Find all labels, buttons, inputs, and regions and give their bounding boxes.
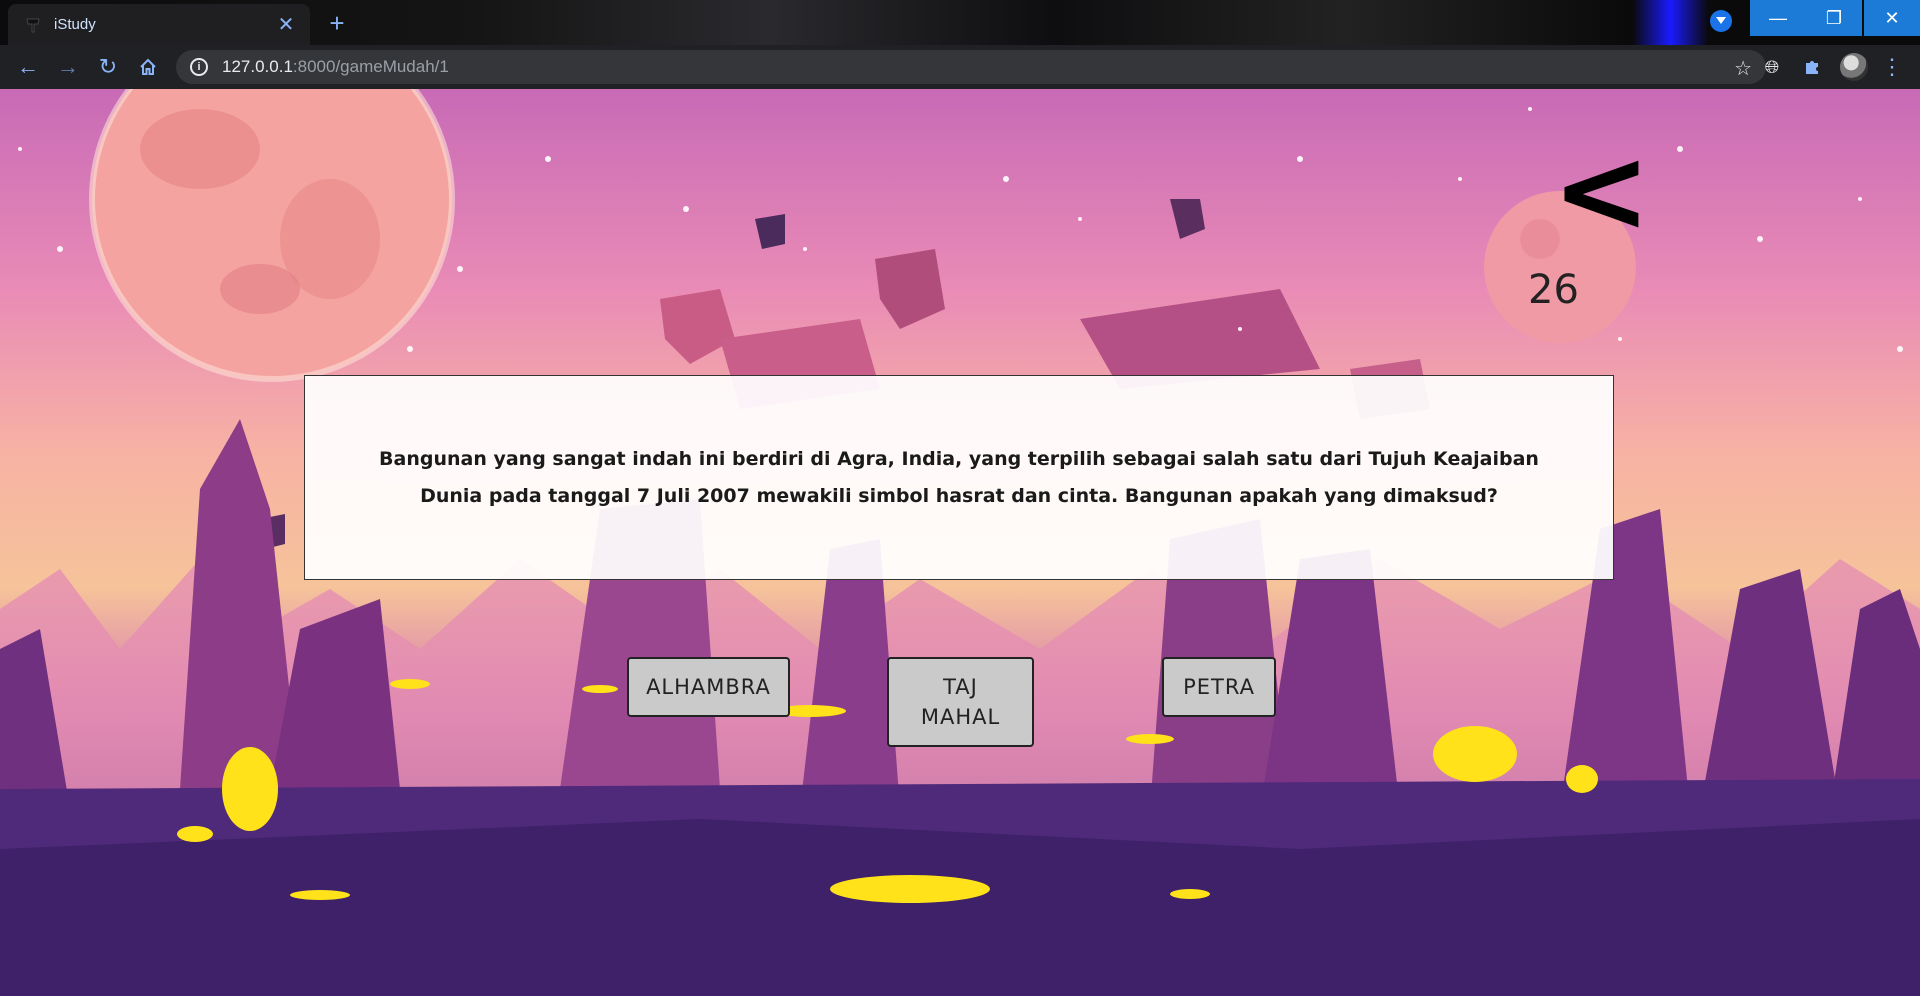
- menu-kebab-icon[interactable]: ⋮: [1880, 54, 1904, 79]
- favicon-icon: [24, 16, 42, 34]
- plus-icon[interactable]: +: [322, 8, 352, 38]
- browser-toolbar: ← → ↻ i 127.0.0.1:8000/gameMudah/1 ☆ 🌐︎ …: [0, 45, 1920, 89]
- answer-button-alhambra[interactable]: ALHAMBRA: [627, 657, 790, 717]
- back-icon[interactable]: ←: [8, 49, 48, 85]
- home-icon[interactable]: [128, 49, 168, 85]
- answer-button-petra[interactable]: PETRA: [1162, 657, 1276, 717]
- reload-icon[interactable]: ↻: [88, 49, 128, 85]
- question-text: Bangunan yang sangat indah ini berdiri d…: [379, 447, 1539, 507]
- minimize-icon[interactable]: —: [1750, 0, 1806, 36]
- globe-icon[interactable]: 🌐︎: [1760, 55, 1784, 79]
- tab-title: iStudy: [54, 16, 96, 33]
- browser-tab[interactable]: iStudy ✕: [8, 4, 310, 45]
- game-page: < 26 Bangunan yang sangat indah ini berd…: [0, 89, 1920, 996]
- url-text: 127.0.0.1:8000/gameMudah/1: [222, 57, 449, 76]
- question-card: Bangunan yang sangat indah ini berdiri d…: [304, 375, 1614, 580]
- browser-tabbar: iStudy ✕ + — ❐ ✕: [0, 0, 1920, 45]
- answer-button-taj-mahal[interactable]: TAJ MAHAL: [887, 657, 1034, 747]
- restore-icon[interactable]: ❐: [1806, 0, 1862, 36]
- bookmark-star-icon[interactable]: ☆: [1734, 56, 1752, 81]
- profile-avatar[interactable]: [1840, 53, 1868, 81]
- window-close-icon[interactable]: ✕: [1864, 0, 1920, 36]
- countdown-timer: 26: [1528, 267, 1579, 313]
- site-info-icon[interactable]: i: [190, 58, 208, 76]
- close-icon[interactable]: ✕: [272, 12, 300, 37]
- forward-icon[interactable]: →: [48, 49, 88, 85]
- download-icon[interactable]: [1710, 10, 1732, 32]
- extensions-icon[interactable]: [1800, 55, 1824, 79]
- back-button[interactable]: <: [1552, 131, 1651, 249]
- address-bar[interactable]: i 127.0.0.1:8000/gameMudah/1 ☆: [176, 50, 1766, 84]
